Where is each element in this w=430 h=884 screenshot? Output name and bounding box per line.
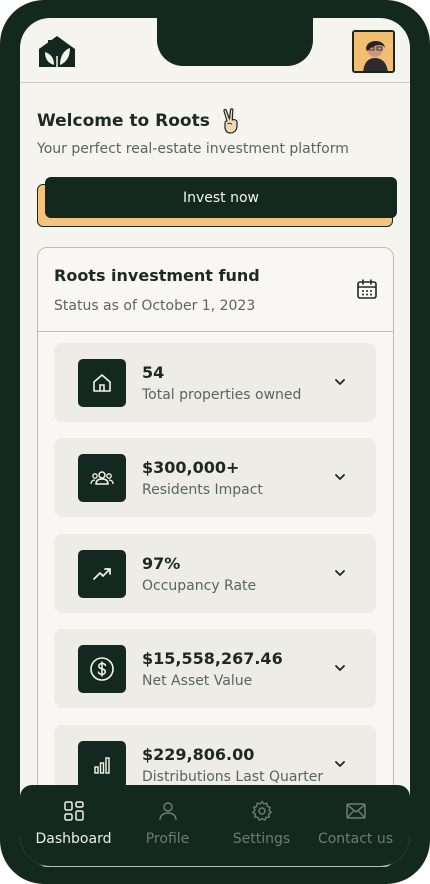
metric-value: 54	[142, 363, 165, 382]
nav-item-dashboard[interactable]: Dashboard	[25, 785, 122, 866]
device-notch	[157, 18, 313, 66]
fund-title: Roots investment fund	[54, 266, 260, 285]
user-icon	[159, 802, 177, 821]
chevron-down-icon[interactable]	[334, 759, 346, 769]
fund-status-date: Status as of October 1, 2023	[54, 298, 256, 314]
nav-item-contact[interactable]: Contact us	[307, 785, 404, 866]
metric-item-residents[interactable]: $300,000+ Residents Impact	[54, 438, 376, 517]
nav-item-settings[interactable]: Settings	[213, 785, 310, 866]
chevron-down-icon[interactable]	[334, 377, 346, 387]
bar-chart-icon	[94, 757, 110, 774]
nav-label: Contact us	[317, 831, 394, 847]
avatar-image	[354, 32, 393, 71]
metric-icon-tile	[78, 359, 126, 407]
calendar-icon[interactable]	[356, 278, 378, 300]
metric-item-properties[interactable]: 54 Total properties owned	[54, 343, 376, 422]
metric-icon-tile	[78, 550, 126, 598]
nav-item-profile[interactable]: Profile	[119, 785, 216, 866]
metric-icon-tile	[78, 741, 126, 789]
metric-icon-tile	[78, 645, 126, 693]
metric-label: Net Asset Value	[142, 673, 253, 689]
bottom-navigation: Dashboard Profile Settings Contact us	[20, 785, 410, 866]
dashboard-grid-icon	[64, 801, 84, 821]
avatar[interactable]	[352, 30, 395, 73]
welcome-heading: Welcome to Roots	[37, 108, 242, 134]
chevron-down-icon[interactable]	[334, 472, 346, 482]
trending-up-icon	[93, 568, 111, 580]
metric-value: $300,000+	[142, 458, 240, 477]
metric-value: 97%	[142, 554, 181, 573]
chevron-down-icon[interactable]	[334, 663, 346, 673]
mail-icon	[346, 803, 366, 819]
metric-label: Distributions Last Quarter	[142, 769, 324, 785]
fund-card: Roots investment fund Status as of Octob…	[37, 247, 394, 867]
metric-item-net-asset[interactable]: $15,558,267.46 Net Asset Value	[54, 629, 376, 708]
metric-value: $229,806.00	[142, 745, 255, 764]
welcome-title: Welcome to Roots	[37, 111, 210, 131]
gear-icon	[252, 800, 272, 821]
users-icon	[90, 471, 114, 485]
welcome-subtitle: Your perfect real-estate investment plat…	[37, 141, 349, 157]
metric-value: $15,558,267.46	[142, 649, 283, 668]
nav-label: Settings	[232, 831, 291, 847]
victory-hand-icon	[223, 108, 238, 134]
metric-icon-tile	[78, 454, 126, 502]
metric-label: Occupancy Rate	[142, 578, 257, 594]
roots-logo-icon[interactable]	[37, 34, 77, 68]
metric-label: Residents Impact	[142, 482, 263, 498]
home-icon	[93, 374, 111, 392]
fund-card-header: Roots investment fund Status as of Octob…	[38, 248, 393, 332]
metric-item-occupancy[interactable]: 97% Occupancy Rate	[54, 534, 376, 613]
header-divider	[20, 82, 410, 83]
chevron-down-icon[interactable]	[334, 568, 346, 578]
nav-label: Profile	[145, 831, 190, 847]
invest-now-button[interactable]: Invest now	[45, 177, 397, 218]
metric-label: Total properties owned	[142, 387, 302, 403]
nav-label: Dashboard	[35, 831, 112, 847]
dollar-circle-icon	[90, 657, 114, 681]
